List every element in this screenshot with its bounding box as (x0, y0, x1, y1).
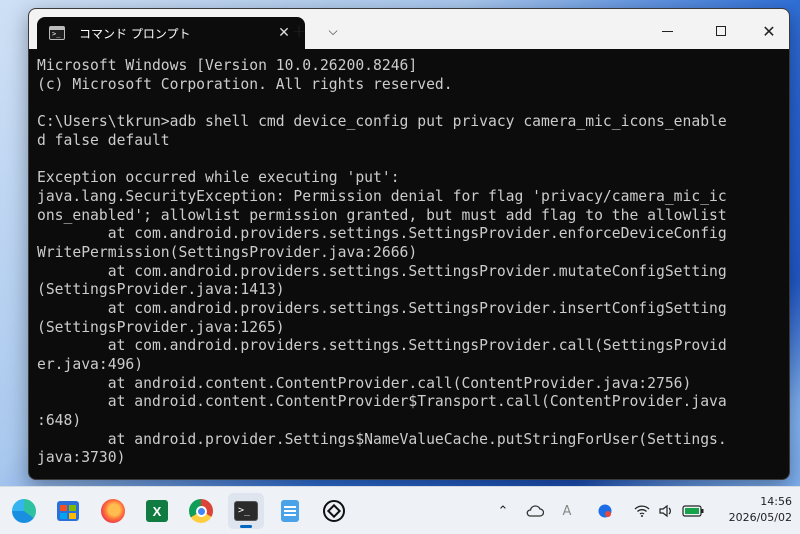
console-line: at com.android.providers.settings.Settin… (37, 225, 727, 243)
edge-icon (12, 499, 36, 523)
taskbar-app-terminal[interactable]: >_ (228, 493, 264, 529)
close-button[interactable]: ✕ (753, 17, 785, 45)
terminal-icon (49, 26, 65, 40)
console-line: ons_enabled'; allowlist permission grant… (37, 206, 727, 224)
console-line: Microsoft Windows [Version 10.0.26200.82… (37, 57, 418, 74)
console-line: WritePermission(SettingsProvider.java:26… (37, 243, 418, 261)
console-line: er.java:496) (37, 356, 144, 373)
clock-time: 14:56 (760, 495, 792, 508)
console-line: d false default (37, 131, 170, 149)
wifi-icon[interactable] (632, 487, 652, 534)
taskbar: X >_ ⌃ A 14:56 2026/05/02 (0, 486, 800, 534)
notepad-icon (281, 500, 299, 522)
taskbar-app-chrome[interactable] (183, 493, 219, 529)
console-line: Exception occurred while executing 'put'… (37, 169, 400, 187)
console-line: java.lang.SecurityException: Permission … (37, 187, 727, 205)
chevron-down-icon[interactable]: ⌵ (317, 17, 349, 45)
terminal-icon: >_ (234, 501, 258, 521)
console-line: :648) (37, 412, 82, 430)
console-line: at android.provider.Settings$NameValueCa… (37, 430, 727, 448)
store-icon (57, 501, 79, 521)
console-output[interactable]: Microsoft Windows [Version 10.0.26200.82… (37, 57, 779, 473)
taskbar-app-notepad[interactable] (272, 493, 308, 529)
onedrive-icon[interactable] (524, 487, 546, 534)
clock-date: 2026/05/02 (728, 511, 792, 524)
console-line: java:3730) (37, 449, 126, 467)
console-line: at android.content.ContentProvider.call(… (37, 374, 692, 392)
system-clock[interactable]: 14:56 2026/05/02 (712, 494, 792, 526)
ime-indicator[interactable]: A (556, 487, 578, 534)
new-tab-button[interactable]: + (283, 17, 315, 45)
console-line: (SettingsProvider.java:1413) (37, 281, 285, 299)
chrome-icon (189, 499, 213, 523)
taskbar-app-chatgpt[interactable] (316, 493, 352, 529)
copilot-icon[interactable] (594, 487, 616, 534)
console-line: C:\Users\tkrun>adb shell cmd device_conf… (37, 113, 727, 131)
chevron-up-icon[interactable]: ⌃ (492, 487, 514, 534)
title-bar[interactable]: コマンド プロンプト ✕ + ⌵ ✕ (29, 9, 789, 49)
maximize-button[interactable] (705, 17, 737, 45)
taskbar-app-store[interactable] (50, 493, 86, 529)
chatgpt-icon (323, 500, 345, 522)
console-line: (c) Microsoft Corporation. All rights re… (37, 75, 453, 93)
minimize-icon (661, 30, 673, 32)
taskbar-app-edge[interactable] (6, 493, 42, 529)
console-line: at com.android.providers.settings.Settin… (37, 262, 727, 280)
minimize-button[interactable] (651, 17, 683, 45)
firefox-icon (101, 499, 125, 523)
console-line: at com.android.providers.settings.Settin… (37, 299, 727, 317)
excel-icon: X (146, 500, 168, 522)
battery-icon[interactable] (680, 487, 706, 534)
volume-icon[interactable] (656, 487, 676, 534)
console-line: (SettingsProvider.java:1265) (37, 318, 285, 336)
taskbar-app-firefox[interactable] (95, 493, 131, 529)
command-prompt-window[interactable]: コマンド プロンプト ✕ + ⌵ ✕ Microsoft Windows [Ve… (28, 8, 790, 480)
taskbar-app-excel[interactable]: X (139, 493, 175, 529)
console-line: at com.android.providers.settings.Settin… (37, 337, 727, 355)
tab-command-prompt[interactable]: コマンド プロンプト ✕ (37, 17, 305, 49)
maximize-icon (716, 26, 726, 36)
tab-title: コマンド プロンプト (79, 26, 191, 41)
console-line: at android.content.ContentProvider$Trans… (37, 393, 727, 411)
